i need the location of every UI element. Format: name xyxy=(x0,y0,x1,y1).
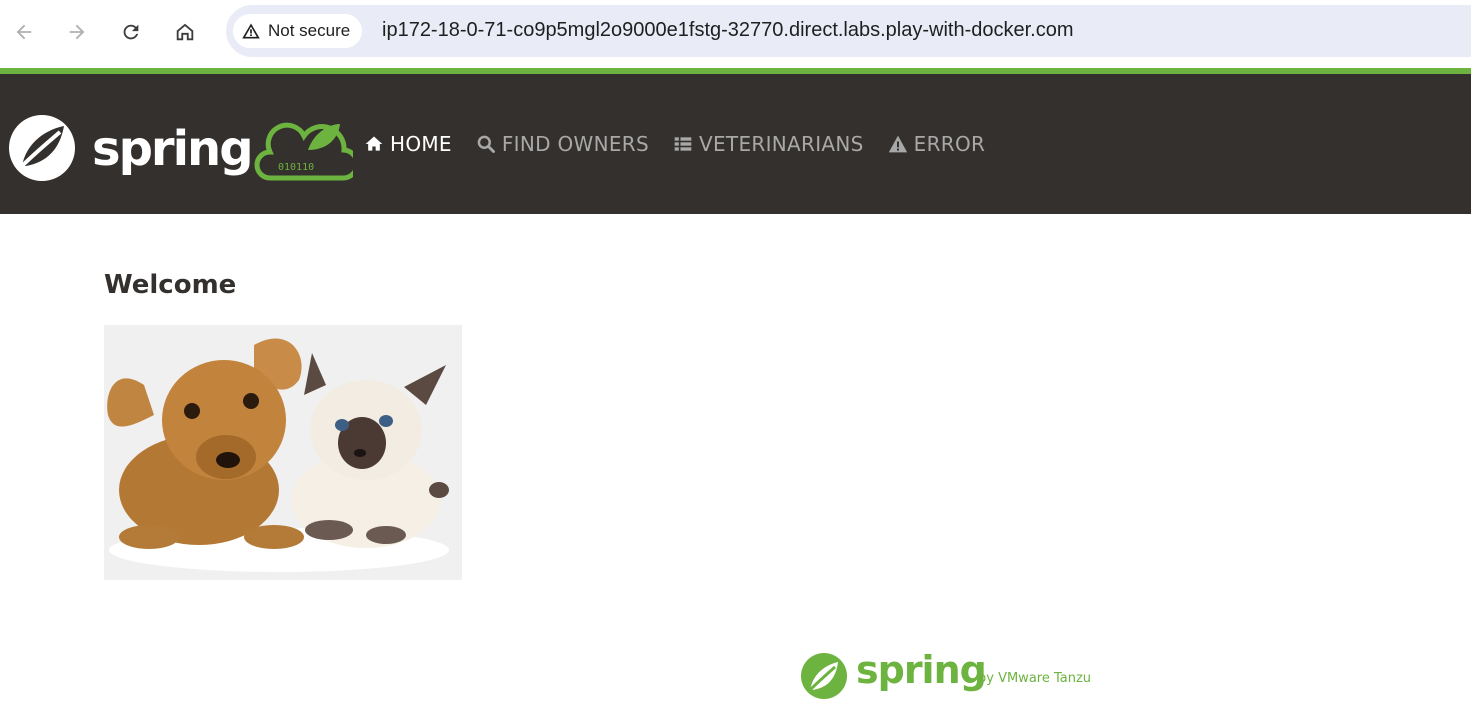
security-label: Not secure xyxy=(268,21,351,40)
warning-icon xyxy=(888,135,907,153)
spring-logo[interactable]: spring 010110 xyxy=(8,110,360,184)
search-icon xyxy=(477,135,495,153)
home-icon xyxy=(365,136,383,151)
security-chip[interactable]: Not secure xyxy=(233,14,363,48)
pets-image xyxy=(104,325,462,580)
footer-wordmark: spring xyxy=(856,648,987,692)
url-text[interactable]: ip172-18-0-71-co9p5mgl2o9000e1fstg-32770… xyxy=(382,19,1074,42)
nav-home[interactable]: HOME xyxy=(364,132,452,156)
reload-icon xyxy=(123,24,139,40)
warning-triangle-icon xyxy=(242,23,260,39)
address-bar[interactable]: Not secure ip172-18-0-71-co9p5mgl2o9000e… xyxy=(226,5,1471,57)
browser-toolbar: Not secure ip172-18-0-71-co9p5mgl2o9000e… xyxy=(0,0,1471,66)
arrow-right-icon xyxy=(69,24,85,40)
cloud-binary: 010110 xyxy=(278,162,314,173)
main-content: Welcome xyxy=(104,270,236,300)
page-title: Welcome xyxy=(104,270,237,300)
nav-error[interactable]: ERROR xyxy=(888,132,986,156)
home-button[interactable] xyxy=(167,14,203,50)
nav-veterinarians-label: VETERINARIANS xyxy=(699,132,864,156)
back-button[interactable] xyxy=(6,14,42,50)
spring-logo-graphic: spring 010110 xyxy=(9,115,360,181)
nav-menu: HOME FIND OWNERS VETERINARIANS ERROR xyxy=(364,74,985,214)
nav-error-label: ERROR xyxy=(913,132,986,156)
nav-find-owners[interactable]: FIND OWNERS xyxy=(476,132,649,156)
arrow-left-icon xyxy=(16,24,32,40)
footer-byline: by VMware Tanzu xyxy=(978,671,1092,686)
list-icon xyxy=(674,137,692,151)
nav-find-owners-label: FIND OWNERS xyxy=(501,132,650,156)
nav-veterinarians[interactable]: VETERINARIANS xyxy=(673,132,864,156)
reload-button[interactable] xyxy=(113,14,149,50)
house-icon xyxy=(176,23,194,41)
footer-spring-logo[interactable]: spring by VMware Tanzu xyxy=(800,648,1110,700)
spring-leaf-icon xyxy=(801,653,847,699)
navbar: spring 010110 HOME FIND OWNERS VETERINAR… xyxy=(0,74,1471,214)
puppy-kitten-illustration xyxy=(104,325,462,580)
forward-button[interactable] xyxy=(59,14,95,50)
nav-home-label: HOME xyxy=(390,132,452,156)
spring-wordmark: spring xyxy=(92,121,252,177)
